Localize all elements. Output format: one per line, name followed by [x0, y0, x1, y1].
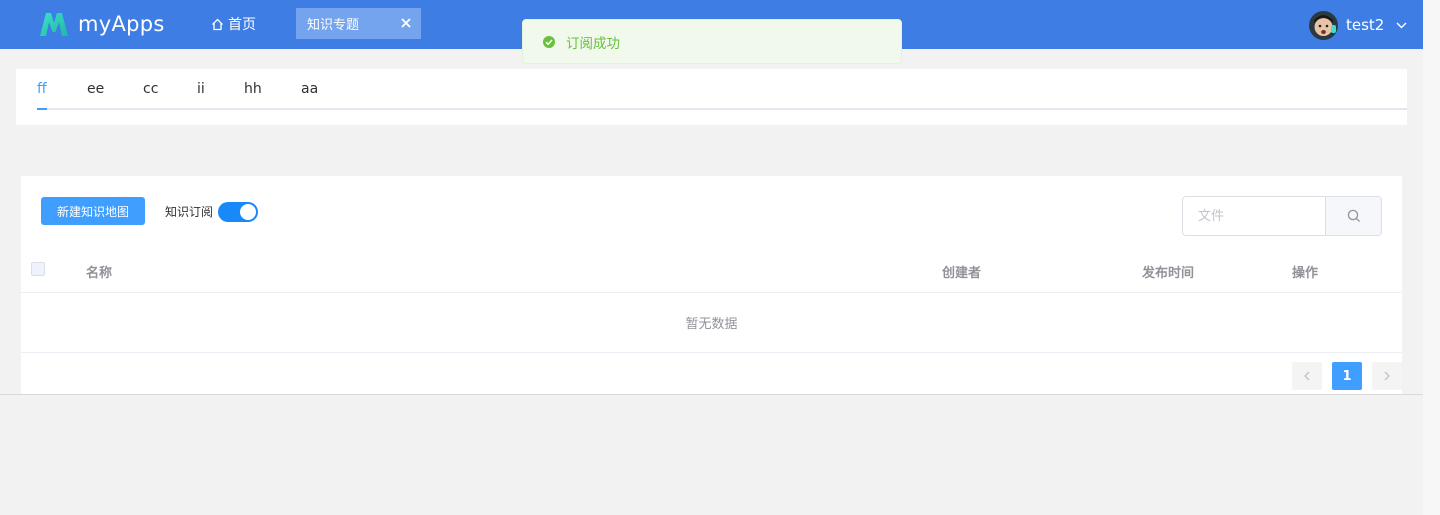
nav-home-label: 首页	[228, 17, 256, 33]
success-check-icon	[543, 35, 555, 48]
table-header: 名称 创建者 发布时间 操作	[21, 248, 1402, 293]
search-icon	[1347, 209, 1360, 222]
user-name: test2	[1346, 16, 1385, 34]
page-number-1[interactable]: 1	[1332, 362, 1362, 390]
column-name: 名称	[86, 266, 113, 281]
user-menu[interactable]: test2	[1309, 10, 1407, 40]
logo-m-icon	[40, 13, 68, 36]
knowledge-map-panel: 新建知识地图 知识订阅 名称 创建者 发布时间 操作 暂无数据	[21, 176, 1402, 394]
tab-cc[interactable]: cc	[143, 81, 158, 109]
toast-message: 订阅成功	[566, 35, 620, 52]
search-input[interactable]	[1183, 197, 1325, 235]
tab-ff[interactable]: ff	[37, 81, 47, 110]
new-knowledge-map-button[interactable]: 新建知识地图	[41, 197, 145, 225]
chevron-down-icon	[1396, 22, 1407, 28]
empty-text: 暂无数据	[685, 317, 738, 332]
prev-page-button[interactable]	[1292, 362, 1322, 390]
tab-ii[interactable]: ii	[197, 81, 205, 109]
home-icon	[212, 18, 223, 30]
subscribe-toggle[interactable]	[218, 202, 258, 222]
chevron-right-icon	[1384, 371, 1390, 381]
app-root: myApps 首页 知识专题 test2 订阅成功 ff ee cc ii hh…	[0, 0, 1440, 515]
subscribe-label: 知识订阅	[165, 205, 214, 219]
tab-aa[interactable]: aa	[301, 81, 318, 109]
column-publish-time: 发布时间	[1142, 266, 1195, 281]
tab-ee[interactable]: ee	[87, 81, 104, 109]
select-all-checkbox[interactable]	[31, 262, 45, 276]
next-page-button[interactable]	[1372, 362, 1402, 390]
avatar	[1309, 10, 1338, 40]
app-name: myApps	[78, 12, 165, 36]
avatar-face-icon	[1309, 10, 1338, 40]
content-divider	[0, 394, 1423, 395]
success-toast: 订阅成功	[522, 19, 902, 64]
close-icon[interactable]	[399, 16, 413, 30]
window-scrollbar[interactable]	[1423, 0, 1440, 515]
tabs-divider	[37, 108, 1407, 110]
toggle-knob	[240, 204, 256, 220]
nav-home-link[interactable]: 首页	[211, 14, 256, 34]
category-tabs: ff ee cc ii hh aa	[16, 69, 1407, 125]
tab-hh[interactable]: hh	[244, 81, 262, 109]
open-tab-label: 知识专题	[307, 18, 360, 33]
column-creator: 创建者	[942, 266, 982, 281]
app-logo[interactable]: myApps	[38, 9, 165, 39]
column-actions: 操作	[1292, 266, 1319, 281]
search-box	[1182, 196, 1382, 236]
table-empty-state: 暂无数据	[21, 293, 1402, 353]
open-tab-knowledge[interactable]: 知识专题	[296, 8, 421, 39]
chevron-left-icon	[1304, 371, 1310, 381]
search-button[interactable]	[1325, 197, 1381, 235]
